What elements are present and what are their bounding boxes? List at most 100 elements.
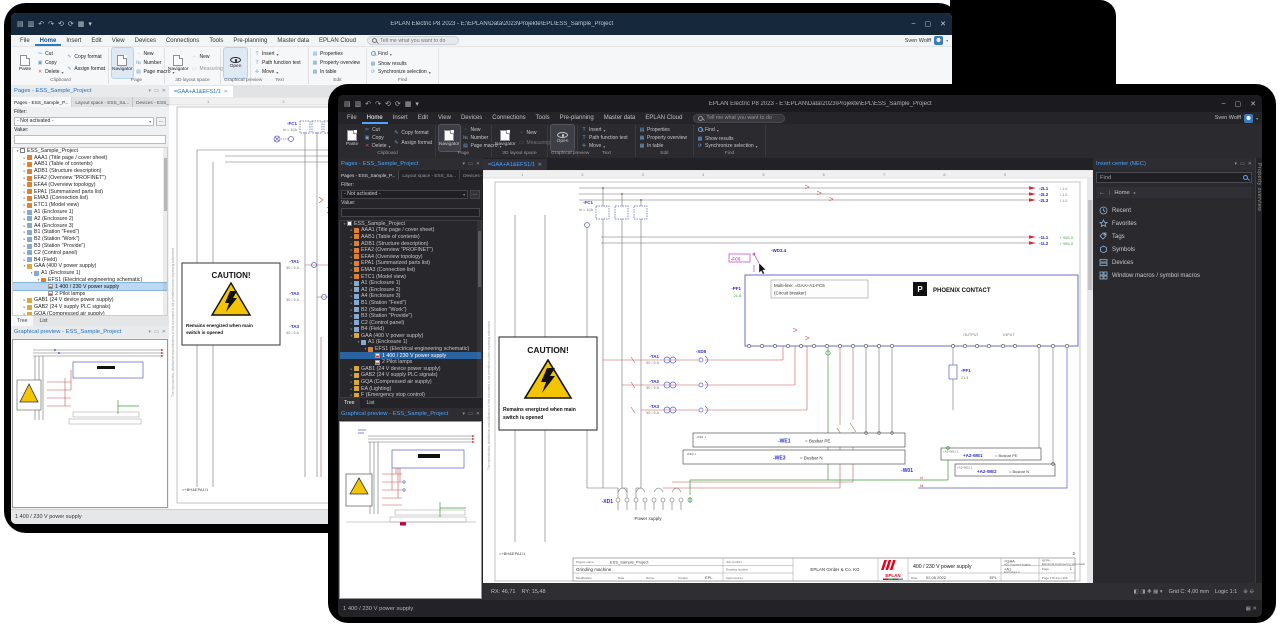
tree-item[interactable]: ▸ EMA3 (Connection list) [13,195,167,202]
pages-panel-header[interactable]: Pages - ESS_Sample_Project▾▭✕ [338,158,483,170]
grid-setting[interactable]: Grid C: 4,00 mm [1169,589,1209,595]
tell-me-search[interactable]: Tell me what you want to do [693,114,785,123]
breadcrumb-home[interactable]: Home [1114,190,1129,196]
ribbon-tab[interactable]: View [107,35,130,46]
ribbon-tab[interactable]: Edit [413,112,433,124]
canvas-scrollbar[interactable] [1088,200,1092,290]
tree-item[interactable]: ▸ A1 (Enclosure 1) [340,280,481,287]
open-icon[interactable]: ▥ [28,20,35,28]
tree-item[interactable]: ▸ A4 (Enclosure 3) [340,293,481,300]
in-table-button[interactable]: ▦In table [312,69,360,75]
ribbon-tab[interactable]: Master data [599,112,641,124]
tree-item[interactable]: ▸ EFA4 (Overview topology) [340,253,481,260]
synchronize-selection-button[interactable]: ⟳Synchronize selection▾ [370,69,431,75]
tree-item[interactable]: ▸ EMA3 (Connection list) [340,267,481,274]
tree-item[interactable]: ▸ B1 (Station "Feed") [13,229,167,236]
find-button[interactable]: Find▾ [697,127,758,134]
tree-item[interactable]: ▸ GAB2 (24 V supply PLC signals) [13,304,167,311]
tree-item[interactable]: ▸ F (Emergency stop control) [340,392,481,398]
redo-icon[interactable]: ↷ [48,20,54,28]
find-button[interactable]: Find▾ [370,51,431,58]
new-icon[interactable]: ▤ [17,20,24,28]
maximize-button[interactable]: ▢ [925,20,932,28]
ribbon-tab[interactable]: File [342,112,362,124]
pin-icon[interactable]: ▭ [468,161,473,167]
caution-sign[interactable]: CAUTION! Remains energized when main swi… [499,337,597,430]
3d-new-button[interactable]: ▫New [192,54,223,60]
graphical-preview-header[interactable]: Graphical preview - ESS_Sample_Project▾▭… [338,408,483,420]
tab-layout-space[interactable]: Layout space - ESS_Sa... [399,170,460,180]
value-input[interactable] [14,135,166,144]
tree-item[interactable]: ▾ A1 (Enclosure 1) [340,339,481,346]
close-tab-icon[interactable]: ✕ [538,162,542,168]
pages-panel-header[interactable]: Pages - ESS_Sample_Project▾▭✕ [11,85,169,97]
close-icon[interactable]: ✕ [476,411,480,417]
tree-item[interactable]: ▸ AAA1 (Title page / cover sheet) [340,227,481,234]
insert-center-item-window-macros[interactable]: Window macros / symbol macros [1093,269,1255,282]
logic-scale[interactable]: Logic 1:1 [1215,589,1237,595]
properties-button[interactable]: ▤Properties [639,127,687,133]
insert-center-item-recent[interactable]: Recent [1093,204,1255,217]
ribbon-tab[interactable]: Insert [388,112,413,124]
tree-item[interactable]: ▾ ESS_Sample_Project [340,221,481,228]
undo-icon[interactable]: ↶ [365,100,371,108]
ribbon-tab[interactable]: Tools [531,112,555,124]
copy-button[interactable]: ▣Copy [37,60,63,66]
filter-icon[interactable]: ▦ [1246,606,1251,612]
tree-item[interactable]: ▸ EFA2 (Overview "PROFINET") [13,175,167,182]
dropdown-icon[interactable]: ▾ [1235,161,1238,167]
tab-layout-space[interactable]: Layout space - ESS_Sa... [72,97,133,107]
delete-button[interactable]: ✕Delete▾ [364,143,390,149]
insert-center-item-devices[interactable]: Devices [1093,256,1255,269]
tree-item[interactable]: ▸ ADB1 (Structure description) [13,168,167,175]
filter-browse-button[interactable]: ... [156,117,166,126]
new-icon[interactable]: ▤ [344,100,351,108]
ribbon-tab[interactable]: EPLAN Cloud [314,35,361,46]
qat-menu-icon[interactable]: ▾ [88,20,92,28]
tree-item[interactable]: ▸ A2 (Enclosure 2) [13,215,167,222]
insert-center-item-tags[interactable]: Tags [1093,230,1255,243]
tree-item[interactable]: 2 Pilot lamps [340,359,481,366]
tree-item[interactable]: ▸ A4 (Enclosure 3) [13,222,167,229]
tree-item[interactable]: ▸ ETC1 (Model view) [340,273,481,280]
paste-button[interactable]: Paste [343,125,361,151]
back-icon[interactable]: ← [1099,190,1105,196]
tree-item[interactable]: ▸ GAB2 (24 V supply PLC signals) [340,372,481,379]
tree-item[interactable]: 2 Pilot lamps [13,290,167,297]
zoom-out-icon[interactable]: ⊖ [1249,589,1254,595]
pin-icon[interactable]: ▭ [154,88,159,94]
tree-item[interactable]: ▸ AAB1 (Table of contents) [13,161,167,168]
sync-icon[interactable]: ⟳ [395,100,401,108]
tree-item[interactable]: ▸ C2 (Control panel) [340,319,481,326]
tree-item[interactable]: ▸ ETC1 (Model view) [13,202,167,209]
tree-item[interactable]: ▾ EFS1 (Electrical engineering schematic… [13,277,167,284]
tree-item[interactable]: ▸ EPA1 (Summarized parts list) [13,188,167,195]
text-insert-button[interactable]: TInsert▾ [581,127,628,133]
tree-item[interactable]: ▾ GAA (400 V power supply) [13,263,167,270]
tab-tree[interactable]: Tree [11,316,33,326]
account-area[interactable]: Sven Wolff☻▾ [905,36,948,45]
dropdown-icon[interactable]: ▾ [463,411,466,417]
dropdown-icon[interactable]: ▾ [463,161,466,167]
ribbon-tab[interactable]: Insert [61,35,86,46]
ribbon-tab[interactable]: Edit [86,35,106,46]
3d-new-button[interactable]: ▫New [519,130,550,136]
zoom-in-icon[interactable]: ⊕ [1243,589,1248,595]
titlebar[interactable]: ▤▥↶↷⟲⟳▦▾ EPLAN Electric P8 2023 - E:\EPL… [338,95,1262,112]
tree-item[interactable]: ▸ GQA (Compressed air supply) [13,311,167,316]
ribbon-tab[interactable]: Master data [272,35,314,46]
page-tree[interactable]: ▾ ESS_Sample_Project ▸ AAA1 (Title page … [339,220,482,398]
caution-sign[interactable]: CAUTION! Remains energized when main swi… [182,263,280,345]
refresh-icon[interactable]: ⟲ [385,100,391,108]
tab-pages[interactable]: Pages - ESS_Sample_P... [11,97,72,107]
in-table-button[interactable]: ▦In table [639,143,687,149]
tree-item[interactable]: ▸ C2 (Control panel) [13,249,167,256]
property-overview-side-tab[interactable]: Property overview [1255,158,1262,600]
tree-item[interactable]: ▸ EPA1 (Summarized parts list) [340,260,481,267]
tree-item[interactable]: ▸ A1 (Enclosure 1) [13,209,167,216]
pin-icon[interactable]: ▭ [1240,161,1245,167]
open-icon[interactable]: ▥ [355,100,362,108]
assign-format-button[interactable]: ✎Assign format [393,140,432,146]
close-icon[interactable]: ✕ [162,88,166,94]
graphical-preview-canvas[interactable] [12,339,168,508]
